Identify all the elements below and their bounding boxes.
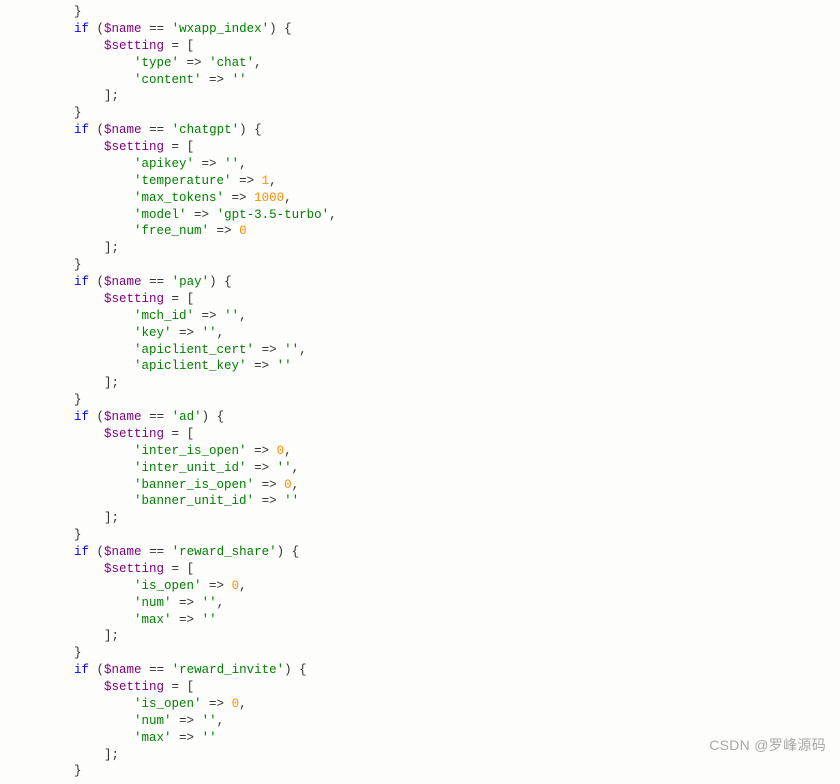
code-block: } if ($name == 'wxapp_index') { $setting…: [0, 0, 840, 784]
